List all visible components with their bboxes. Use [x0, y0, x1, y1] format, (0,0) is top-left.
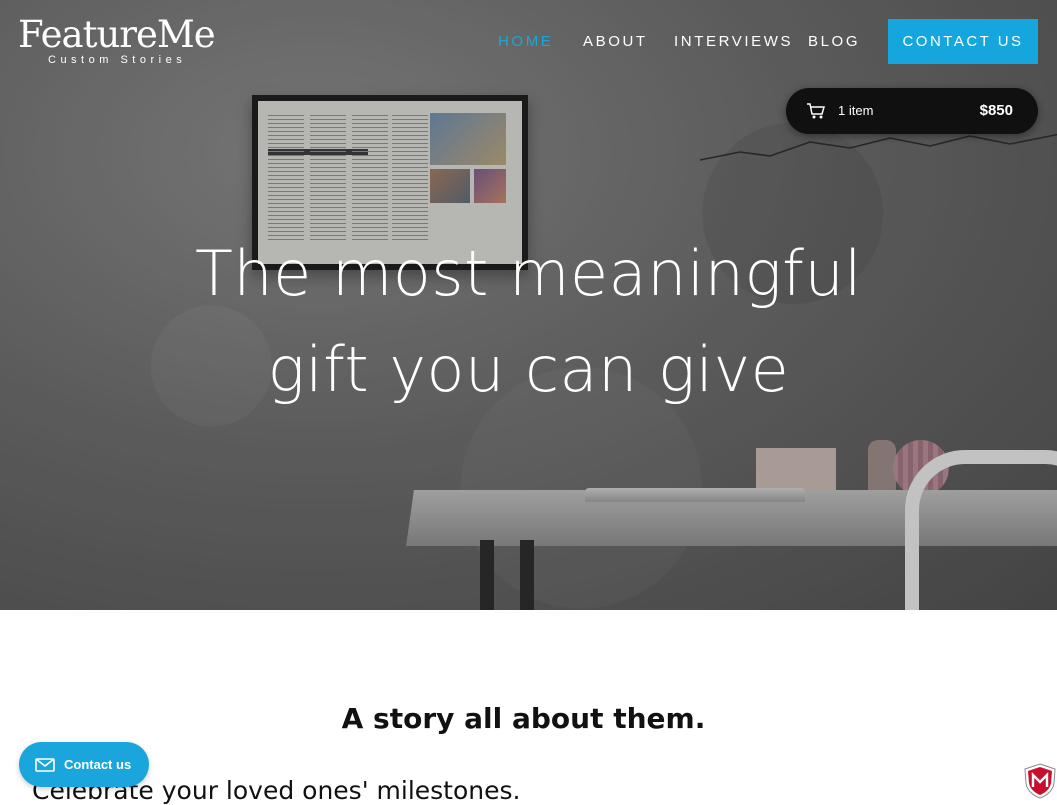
hero-line-2: gift you can give	[267, 333, 790, 406]
hero-headline: The most meaningful gift you can give	[0, 226, 1057, 418]
contact-widget-label: Contact us	[64, 757, 132, 772]
shopping-cart-icon	[807, 103, 825, 119]
mcafee-shield-icon[interactable]	[1024, 763, 1057, 799]
mail-icon	[35, 757, 55, 772]
section-title: A story all about them.	[341, 702, 706, 735]
nav-interviews[interactable]: INTERVIEWS	[674, 33, 793, 50]
cart-total: $850	[979, 102, 1013, 119]
contact-us-widget[interactable]: Contact us	[19, 742, 149, 787]
nav-blog[interactable]: BLOG	[808, 33, 860, 50]
cart-summary-button[interactable]: 1 item $850	[786, 88, 1038, 134]
cart-item-count: 1 item	[838, 103, 874, 118]
nav-home[interactable]: HOME	[498, 33, 553, 50]
nav-about[interactable]: ABOUT	[583, 33, 648, 50]
hero-line-1: The most meaningful	[194, 237, 863, 310]
contact-us-button[interactable]: CONTACT US	[888, 19, 1038, 64]
